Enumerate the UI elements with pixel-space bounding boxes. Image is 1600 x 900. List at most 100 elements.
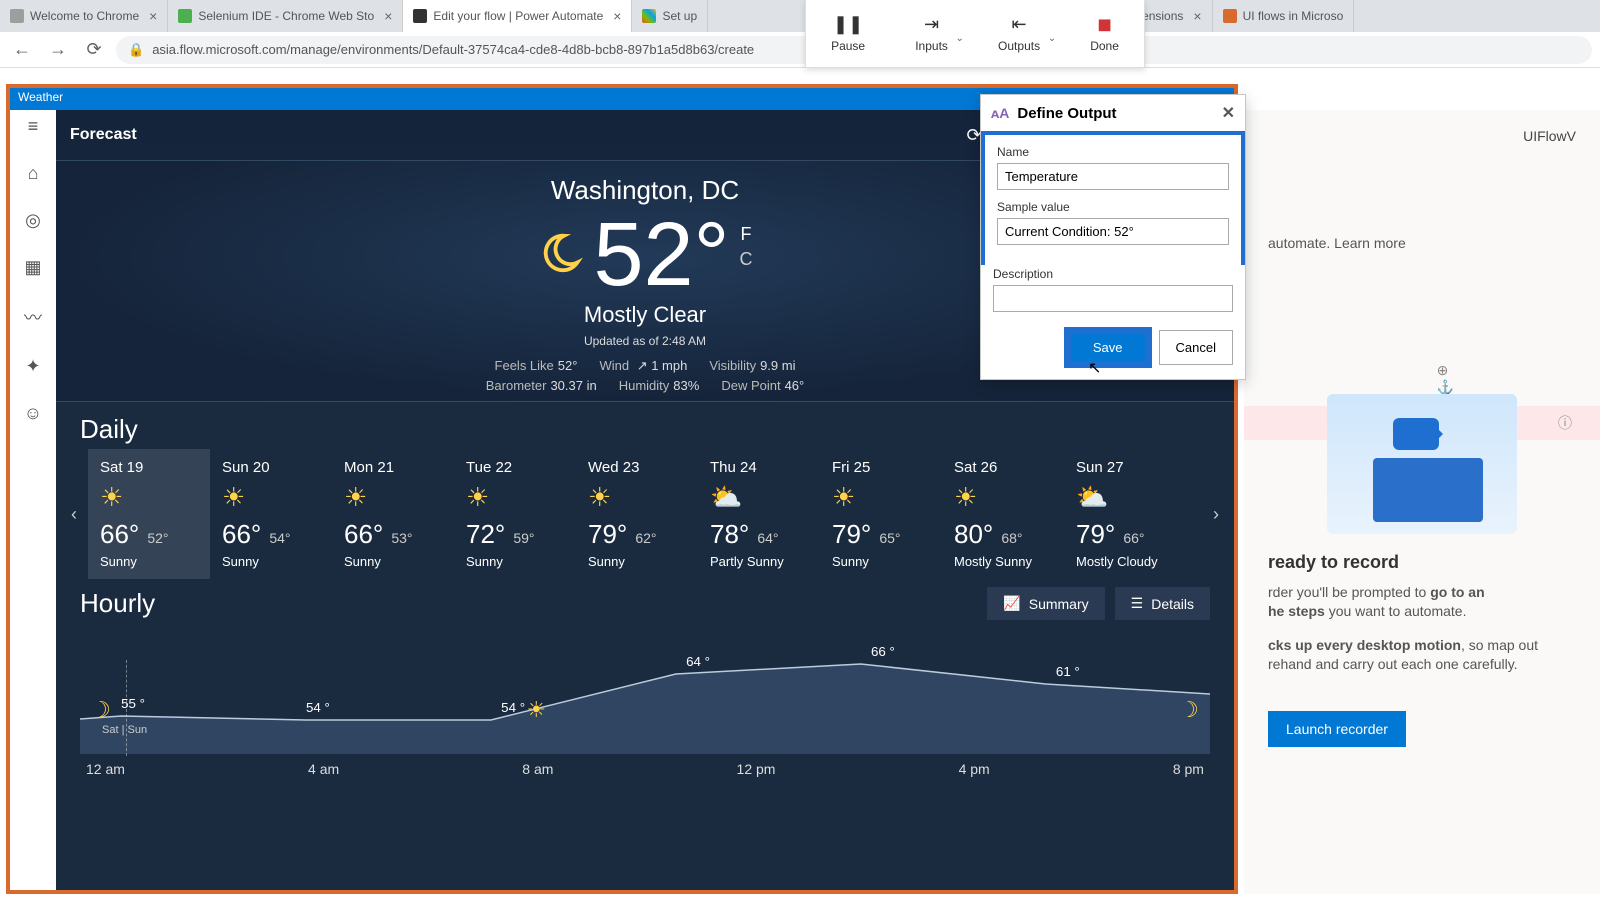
weather-icon: ☀ [832, 482, 930, 513]
hourly-title: Hourly [80, 588, 155, 619]
low-temp: 52° [147, 530, 168, 546]
close-icon[interactable]: × [149, 8, 157, 24]
visibility: Visibility9.9 mi [709, 358, 795, 374]
current-temp: 52° [593, 210, 729, 300]
calendar-icon[interactable]: ▦ [24, 257, 41, 278]
flow-icon [413, 9, 427, 23]
forward-button[interactable]: → [44, 36, 72, 64]
day-card[interactable]: Mon 21 ☀ 66°53° Sunny [332, 449, 454, 579]
day-condition: Sunny [466, 554, 564, 569]
day-condition: Sunny [100, 554, 198, 569]
browser-tab-active[interactable]: Edit your flow | Power Automate× [403, 0, 632, 32]
scroll-left[interactable]: ‹ [60, 454, 88, 574]
label: Outputs [998, 39, 1040, 53]
reload-button[interactable]: ⟳ [80, 36, 108, 64]
browser-tab[interactable]: Selenium IDE - Chrome Web Sto × [168, 0, 403, 32]
daily-title: Daily [56, 402, 1234, 449]
day-card[interactable]: Wed 23 ☀ 79°62° Sunny [576, 449, 698, 579]
home-icon[interactable]: ⌂ [28, 163, 39, 184]
unit-c[interactable]: C [740, 249, 753, 270]
uiflow-icon [1223, 9, 1237, 23]
radar-icon[interactable]: ◎ [25, 210, 41, 231]
scroll-right[interactable]: › [1202, 454, 1230, 574]
favorites-icon[interactable]: ✦ [25, 356, 40, 377]
chevron-down-icon: ⌄ [956, 33, 964, 44]
day-card[interactable]: Sat 19 ☀ 66°52° Sunny [88, 449, 210, 579]
sample-input[interactable] [997, 218, 1229, 245]
day-condition: Sunny [588, 554, 686, 569]
day-name: Tue 22 [466, 459, 564, 476]
weather-icon: ☀ [466, 482, 564, 513]
high-temp: 80° [954, 519, 993, 550]
day-name: Fri 25 [832, 459, 930, 476]
hour-label: 4 am [308, 761, 339, 777]
description-label: Description [993, 267, 1233, 281]
day-condition: Partly Sunny [710, 554, 808, 569]
description-input[interactable] [993, 285, 1233, 312]
browser-tab[interactable]: Welcome to Chrome× [0, 0, 168, 32]
day-card[interactable]: Thu 24 ⛅ 78°64° Partly Sunny [698, 449, 820, 579]
hourly-header: Hourly 📈Summary ☰Details [56, 579, 1234, 620]
day-name: Sat 19 [100, 459, 198, 476]
cancel-button[interactable]: Cancel [1159, 330, 1233, 365]
name-label: Name [997, 145, 1229, 159]
weather-icon: ☀ [222, 482, 320, 513]
browser-tab[interactable]: UI flows in Microso [1213, 0, 1355, 32]
pause-button[interactable]: ❚❚Pause [831, 15, 865, 53]
sample-label: Sample value [997, 200, 1229, 214]
outputs-button[interactable]: ⇤Outputs⌄ [998, 15, 1040, 53]
ready-heading: ready to record [1268, 552, 1576, 573]
trends-icon[interactable]: 〰 [24, 304, 42, 330]
day-condition: Sunny [344, 554, 442, 569]
hour-label: 4 pm [959, 761, 990, 777]
done-button[interactable]: ◼Done [1090, 15, 1119, 53]
feedback-icon[interactable]: ☺ [24, 403, 42, 424]
high-temp: 78° [710, 519, 749, 550]
close-icon[interactable]: × [1193, 8, 1201, 24]
browser-tab-strip: Welcome to Chrome× Selenium IDE - Chrome… [0, 0, 1600, 32]
day-card[interactable]: Sun 20 ☀ 66°54° Sunny [210, 449, 332, 579]
hour-temp-0: 55 ° [121, 696, 145, 711]
close-icon[interactable]: ✕ [1222, 103, 1235, 123]
wind: Wind ↗ 1 mph [599, 358, 687, 374]
mini-day-labels: Sat | Sun [102, 724, 147, 736]
save-button[interactable]: Save [1067, 330, 1149, 365]
info-icon[interactable]: ⓘ [1558, 413, 1572, 433]
hour-temp-3: 64 ° [686, 654, 710, 669]
browser-toolbar: ← → ⟳ 🔒 asia.flow.microsoft.com/manage/e… [0, 32, 1600, 68]
day-card[interactable]: Sun 27 ⛅ 79°66° Mostly Cloudy [1064, 449, 1186, 579]
hour-temp-4: 66 ° [871, 644, 895, 659]
day-card[interactable]: Tue 22 ☀ 72°59° Sunny [454, 449, 576, 579]
menu-icon[interactable]: ≡ [28, 116, 39, 137]
humidity: Humidity83% [619, 378, 700, 393]
day-condition: Mostly Sunny [954, 554, 1052, 569]
tab-title: Selenium IDE - Chrome Web Sto [198, 9, 374, 23]
close-icon[interactable]: × [613, 8, 621, 24]
anchor-icon[interactable]: ⊕⚓ [1437, 362, 1454, 396]
day-condition: Sunny [222, 554, 320, 569]
back-button[interactable]: ← [8, 36, 36, 64]
url-text: asia.flow.microsoft.com/manage/environme… [152, 42, 754, 57]
weather-icon: ☀ [344, 482, 442, 513]
inputs-button[interactable]: ⇥Inputs⌄ [915, 15, 948, 53]
recorder-toolbar: ❚❚Pause ⇥Inputs⌄ ⇤Outputs⌄ ◼Done [805, 0, 1145, 68]
day-name: Wed 23 [588, 459, 686, 476]
launch-recorder-button[interactable]: Launch recorder [1268, 711, 1406, 747]
day-card[interactable]: Fri 25 ☀ 79°65° Sunny [820, 449, 942, 579]
details-toggle[interactable]: ☰Details [1115, 587, 1210, 620]
high-temp: 66° [100, 519, 139, 550]
globe-icon [10, 9, 24, 23]
hour-temp-5: 61 ° [1056, 664, 1080, 679]
close-icon[interactable]: × [384, 8, 392, 24]
summary-toggle[interactable]: 📈Summary [987, 587, 1104, 620]
flow-designer-panel: UIFlowV automate. Learn more ⊕⚓ ⓘ ready … [1244, 110, 1600, 894]
name-input[interactable] [997, 163, 1229, 190]
modal-header: ᴀA Define Output ✕ [981, 95, 1245, 131]
low-temp: 64° [757, 530, 778, 546]
browser-tab[interactable]: Set up [632, 0, 708, 32]
label: Inputs [915, 39, 948, 53]
unit-f[interactable]: F [740, 224, 753, 245]
list-icon: ☰ [1131, 595, 1144, 612]
day-card[interactable]: Sat 26 ☀ 80°68° Mostly Sunny [942, 449, 1064, 579]
hour-label: 12 pm [737, 761, 776, 777]
